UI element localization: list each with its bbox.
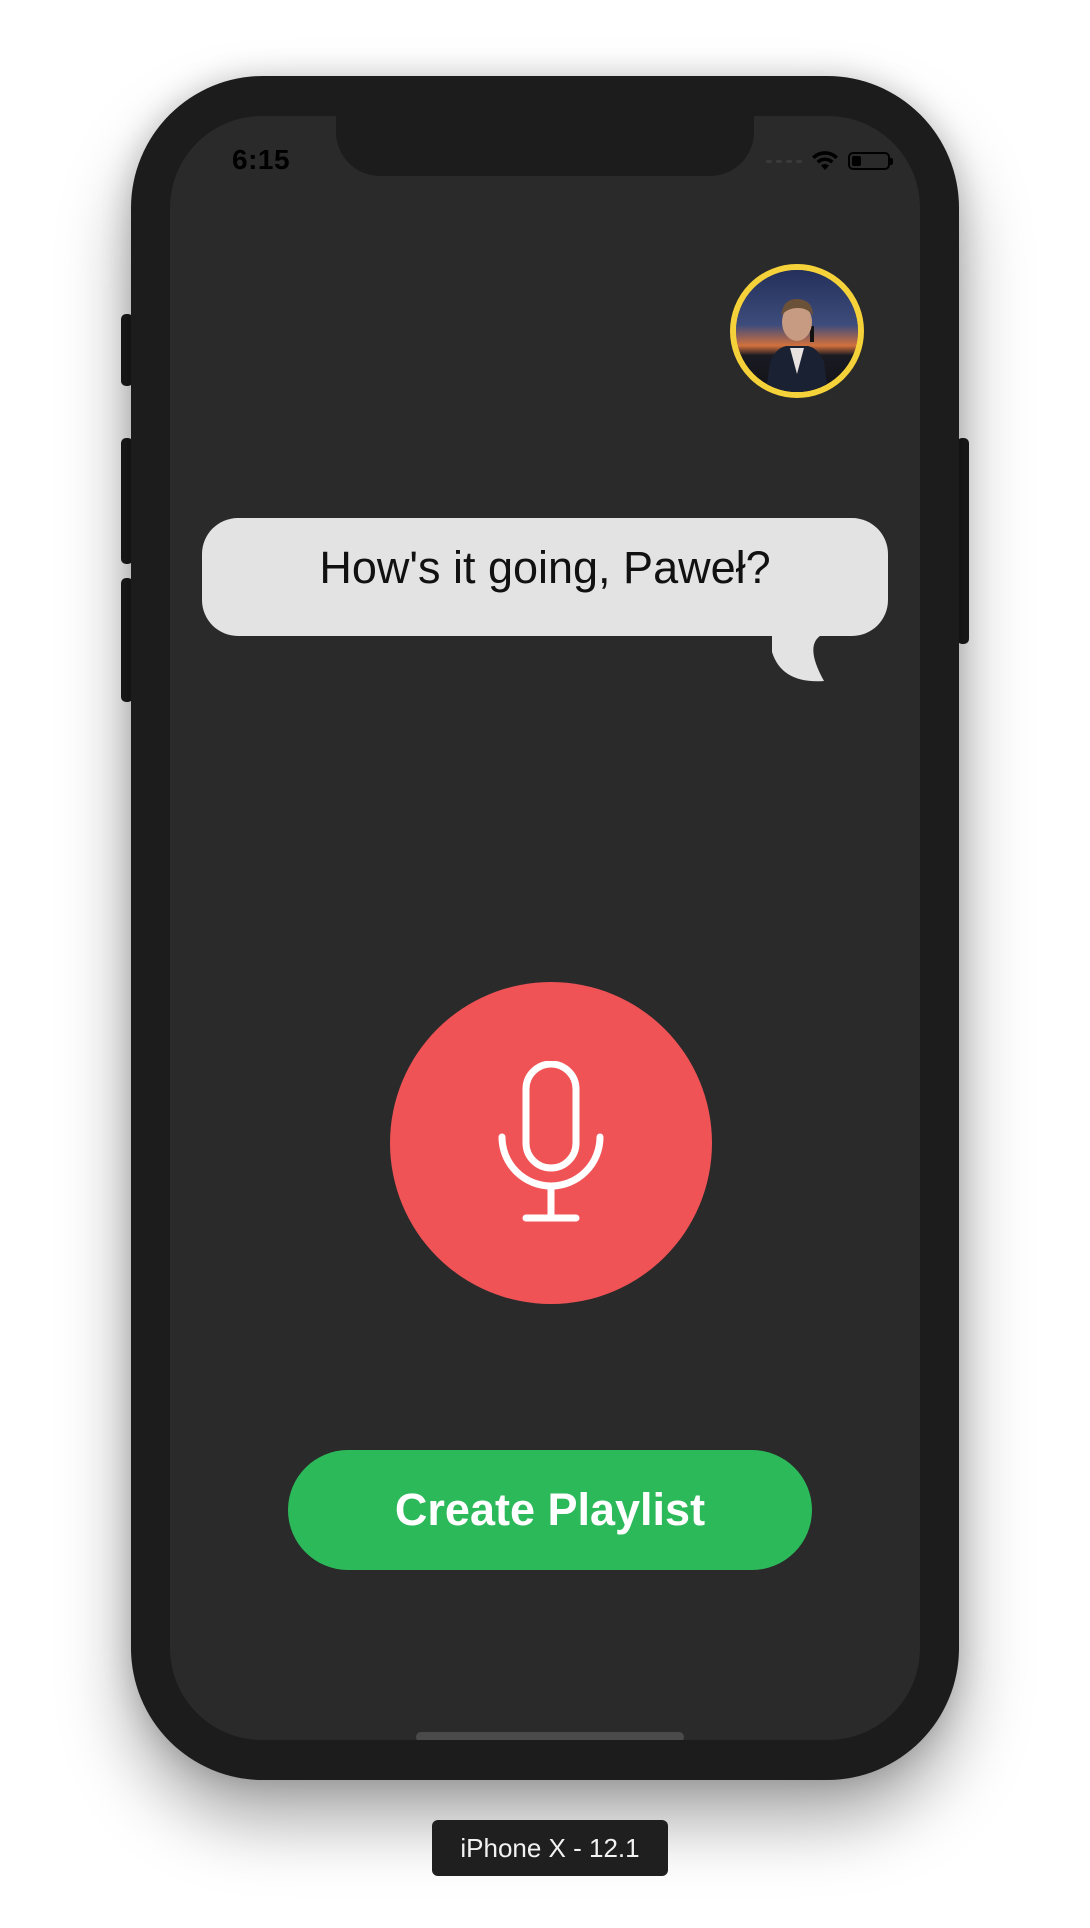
home-indicator[interactable]	[416, 1732, 684, 1740]
greeting-text: How's it going, Paweł?	[319, 542, 771, 593]
greeting-bubble: How's it going, Paweł?	[202, 518, 888, 636]
device-label: iPhone X - 12.1	[432, 1820, 668, 1876]
status-time: 6:15	[232, 144, 291, 175]
battery-level	[852, 156, 861, 166]
cellular-signal-icon	[766, 159, 802, 163]
bubble-tail-icon	[772, 632, 830, 682]
wifi-icon	[812, 151, 838, 170]
status-icons	[766, 150, 893, 172]
create-playlist-button[interactable]: Create Playlist	[288, 1450, 812, 1570]
profile-photo	[736, 270, 858, 392]
microphone-icon	[498, 1061, 604, 1222]
simulator-stage: 6:15 How's it going, Paweł? Create Playl…	[0, 0, 1090, 1928]
record-voice-button[interactable]	[390, 982, 712, 1304]
notch	[336, 116, 754, 176]
app-screen: 6:15 How's it going, Paweł? Create Playl…	[170, 116, 920, 1740]
user-avatar[interactable]	[730, 264, 864, 398]
battery-icon	[848, 152, 893, 170]
